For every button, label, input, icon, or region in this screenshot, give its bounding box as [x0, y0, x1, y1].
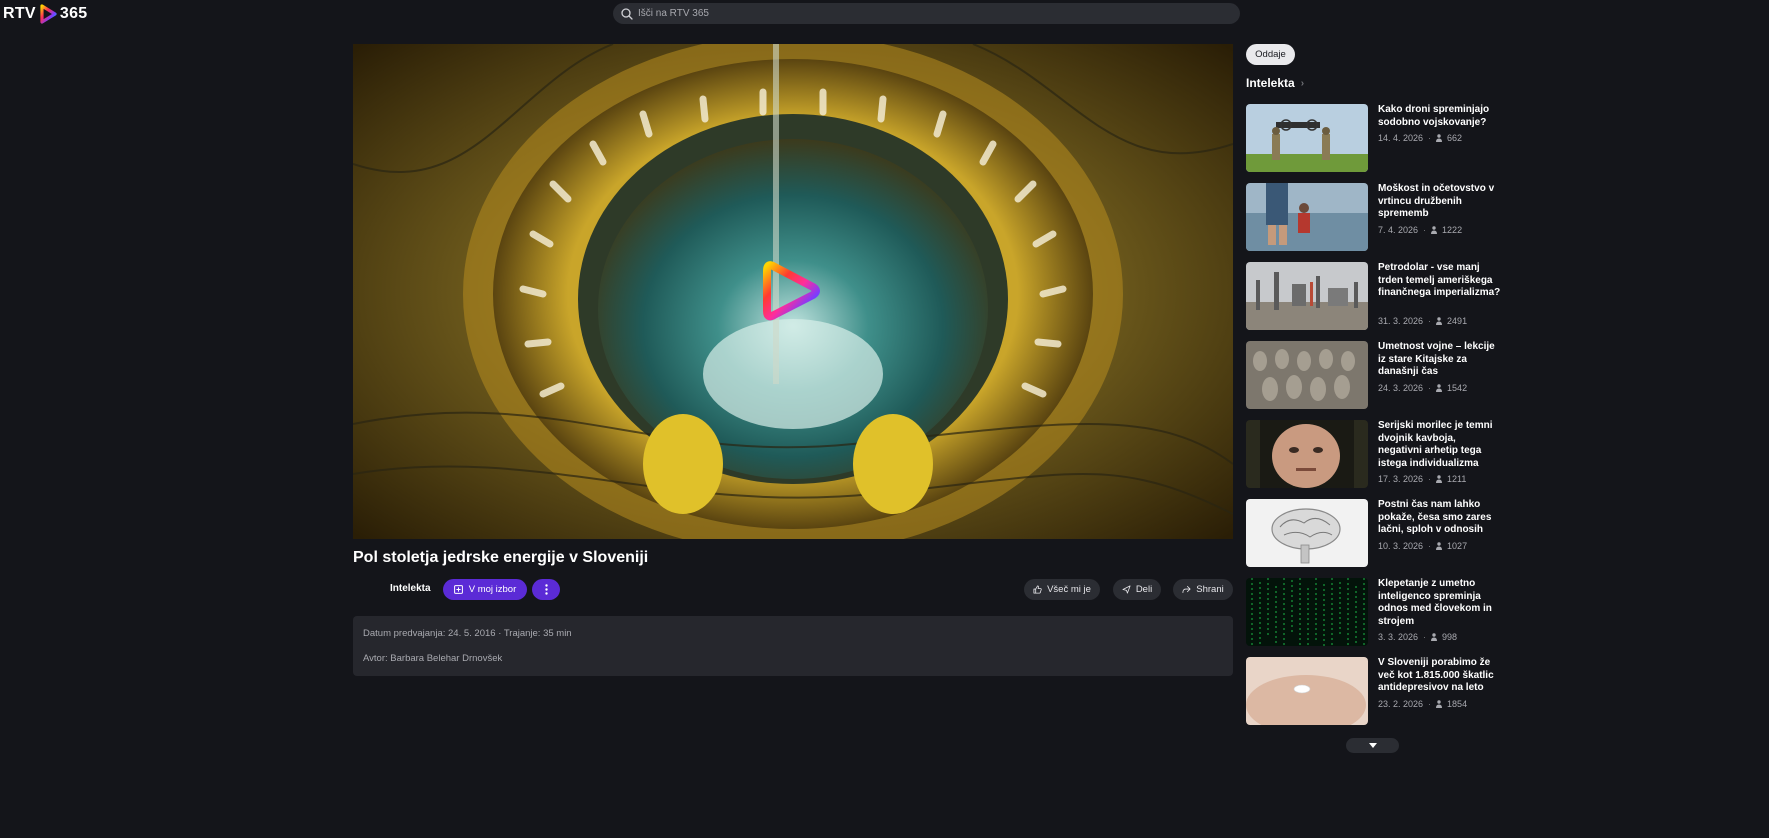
episode-thumbnail — [1246, 499, 1368, 567]
person-icon — [1436, 384, 1443, 392]
episode-meta: 7. 4. 2026 · 1222 — [1378, 225, 1462, 235]
separator-dot: · — [1423, 225, 1427, 235]
episode-views: 1542 — [1447, 383, 1468, 393]
episode-thumbnail — [1246, 104, 1368, 172]
episode-meta: 31. 3. 2026 · 2491 — [1378, 316, 1467, 326]
person-icon — [1436, 134, 1443, 142]
share-button[interactable]: Deli — [1113, 579, 1161, 600]
episode-title: Klepetanje z umetno inteligenco spreminj… — [1378, 578, 1492, 627]
load-more-button[interactable] — [1346, 738, 1399, 753]
episode-thumbnail — [1246, 420, 1368, 488]
video-info-panel: Datum predvajanja: 24. 5. 2016 · Trajanj… — [353, 616, 1233, 676]
save-label: Shrani — [1196, 584, 1224, 595]
episode-date: 31. 3. 2026 — [1378, 316, 1424, 326]
add-to-my-list-button[interactable]: V moj izbor — [443, 579, 527, 600]
episode-views: 1027 — [1447, 541, 1468, 551]
episode-item[interactable]: Petrodolar - vse manj trden temelj ameri… — [1246, 262, 1506, 332]
episode-title: Postni čas nam lahko pokaže, česa smo za… — [1378, 499, 1492, 535]
bookmark-plus-icon — [453, 585, 463, 594]
episode-title: Moškost in očetovstvo v vrtincu družbeni… — [1378, 183, 1495, 219]
search-input[interactable] — [638, 8, 1198, 19]
episode-title: Kako droni spreminjajo sodobno vojskovan… — [1378, 104, 1490, 128]
person-icon — [1431, 226, 1438, 234]
episode-thumbnail — [1246, 183, 1368, 251]
search-bar[interactable] — [613, 3, 1240, 24]
person-icon — [1431, 633, 1438, 641]
send-icon — [1122, 585, 1131, 594]
episode-views: 2491 — [1447, 316, 1468, 326]
person-icon — [1436, 317, 1443, 325]
episode-meta: 23. 2. 2026 · 1854 — [1378, 699, 1467, 709]
episode-views: 1854 — [1447, 699, 1468, 709]
chevron-right-icon: › — [1300, 77, 1305, 89]
kebab-menu-icon — [544, 584, 548, 595]
episode-title: Petrodolar - vse manj trden temelj ameri… — [1378, 262, 1501, 298]
logo-suffix: 365 — [59, 5, 88, 22]
episode-views: 662 — [1447, 133, 1463, 143]
person-icon — [1436, 475, 1443, 483]
episode-title: V Sloveniji porabimo že več kot 1.815.00… — [1378, 657, 1494, 693]
episode-item[interactable]: V Sloveniji porabimo že več kot 1.815.00… — [1246, 657, 1506, 727]
episode-views: 998 — [1442, 632, 1458, 642]
episode-item[interactable]: Kako droni spreminjajo sodobno vojskovan… — [1246, 104, 1506, 174]
person-icon — [1436, 700, 1443, 708]
logo-text: RTV — [3, 5, 36, 22]
episode-date: 24. 3. 2026 — [1378, 383, 1424, 393]
separator-dot: · — [1428, 316, 1432, 326]
episode-meta: 10. 3. 2026 · 1027 — [1378, 541, 1467, 551]
separator-dot: · — [1428, 699, 1432, 709]
episode-meta: 24. 3. 2026 · 1542 — [1378, 383, 1467, 393]
episode-item[interactable]: Postni čas nam lahko pokaže, česa smo za… — [1246, 499, 1506, 569]
separator-dot: · — [1423, 632, 1427, 642]
episode-thumbnail — [1246, 341, 1368, 409]
like-button[interactable]: Všeč mi je — [1024, 579, 1100, 600]
chevron-down-icon — [1368, 743, 1377, 748]
more-options-button[interactable] — [532, 579, 560, 600]
forward-arrow-icon — [1182, 585, 1191, 594]
search-icon — [621, 7, 633, 20]
episode-meta: 3. 3. 2026 · 998 — [1378, 632, 1457, 642]
episode-meta: 17. 3. 2026 · 1211 — [1378, 474, 1466, 484]
play-logo-icon — [40, 4, 57, 24]
episode-item[interactable]: Umetnost vojne – lekcije iz stare Kitajs… — [1246, 341, 1506, 411]
episode-date: 17. 3. 2026 — [1378, 474, 1424, 484]
show-name-link[interactable]: Intelekta — [390, 583, 431, 594]
chip-oddaje[interactable]: Oddaje — [1246, 44, 1295, 65]
episode-item[interactable]: Serijski morilec je temni dvojnik kavboj… — [1246, 420, 1506, 490]
episode-views: 1211 — [1447, 474, 1467, 484]
like-label: Všeč mi je — [1047, 584, 1091, 595]
episode-date: 23. 2. 2026 — [1378, 699, 1424, 709]
broadcast-date-duration: Datum predvajanja: 24. 5. 2016 · Trajanj… — [363, 628, 572, 639]
separator-dot: · — [1428, 383, 1432, 393]
episode-title: Serijski morilec je temni dvojnik kavboj… — [1378, 420, 1493, 469]
share-label: Deli — [1135, 584, 1153, 595]
sidebar-heading-label: Intelekta — [1246, 76, 1295, 90]
episode-date: 10. 3. 2026 — [1378, 541, 1424, 551]
separator-dot: · — [1428, 133, 1432, 143]
episode-thumbnail — [1246, 657, 1368, 725]
thumbs-up-icon — [1033, 585, 1042, 594]
rtv365-logo[interactable]: RTV 365 — [3, 2, 88, 26]
video-title: Pol stoletja jedrske energije v Slovenij… — [353, 549, 649, 566]
save-button[interactable]: Shrani — [1173, 579, 1233, 600]
episode-date: 7. 4. 2026 — [1378, 225, 1419, 235]
sidebar-heading-link[interactable]: Intelekta › — [1246, 76, 1304, 90]
my-list-label: V moj izbor — [468, 584, 517, 595]
episode-item[interactable]: Klepetanje z umetno inteligenco spreminj… — [1246, 578, 1506, 648]
episode-thumbnail — [1246, 262, 1368, 330]
play-button-icon[interactable] — [761, 258, 823, 324]
episode-item[interactable]: Moškost in očetovstvo v vrtincu družbeni… — [1246, 183, 1506, 253]
episode-meta: 14. 4. 2026 · 662 — [1378, 133, 1462, 143]
episode-views: 1222 — [1442, 225, 1463, 235]
episode-date: 14. 4. 2026 — [1378, 133, 1424, 143]
episode-title: Umetnost vojne – lekcije iz stare Kitajs… — [1378, 341, 1495, 377]
video-player[interactable] — [353, 44, 1233, 539]
author: Avtor: Barbara Belehar Drnovšek — [363, 653, 503, 664]
person-icon — [1436, 542, 1443, 550]
separator-dot: · — [1428, 541, 1432, 551]
episode-thumbnail — [1246, 578, 1368, 646]
separator-dot: · — [1428, 474, 1432, 484]
episode-date: 3. 3. 2026 — [1378, 632, 1419, 642]
